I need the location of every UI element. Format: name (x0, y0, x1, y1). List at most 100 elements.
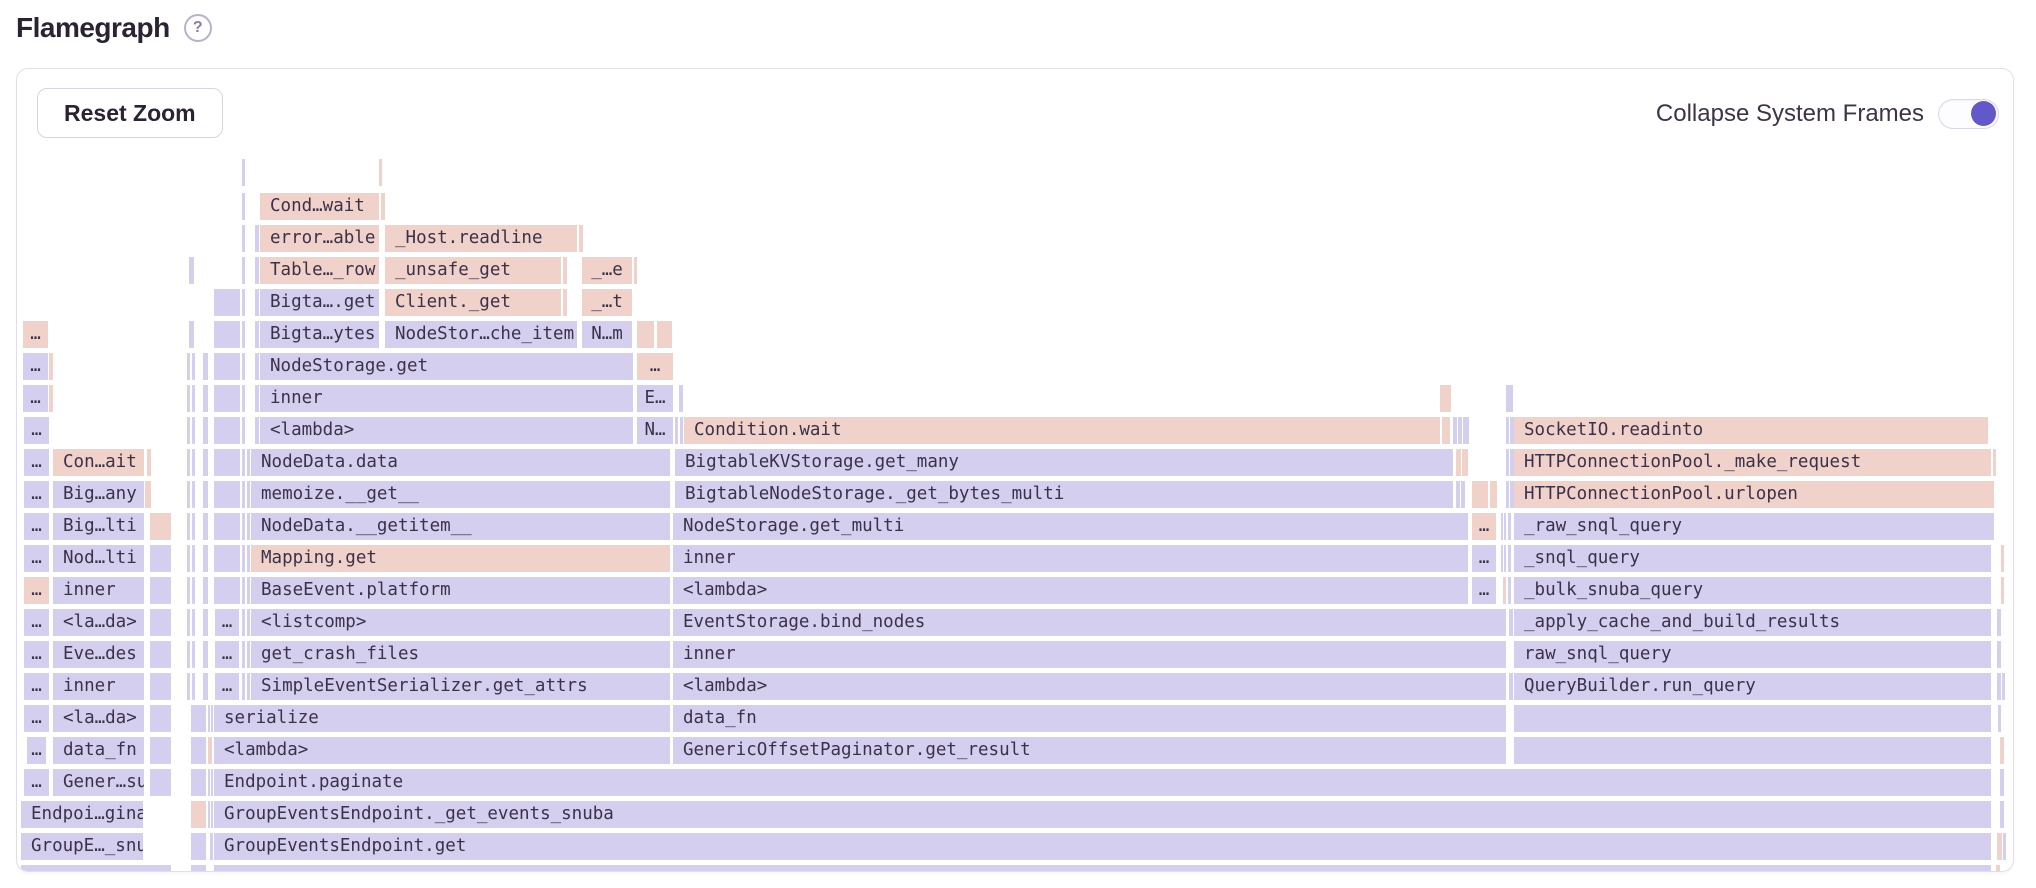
flame-frame[interactable]: Client._get (385, 289, 561, 316)
flame-frame[interactable]: _snql_query (1514, 545, 1991, 572)
flame-frame[interactable]: EventStorage.bind_nodes (673, 609, 1506, 636)
flame-frame[interactable] (242, 609, 245, 636)
flame-frame[interactable]: … (24, 545, 49, 572)
flame-frame[interactable]: get_crash_files (251, 641, 670, 668)
flame-frame[interactable] (2001, 577, 2004, 604)
flame-frame[interactable]: NodeData.__getitem__ (251, 513, 670, 540)
flame-frame[interactable] (242, 353, 245, 380)
flame-frame[interactable] (192, 673, 195, 700)
flame-frame[interactable] (247, 609, 250, 636)
flame-frame[interactable] (214, 417, 240, 444)
flame-frame[interactable]: _bulk_snuba_query (1514, 577, 1991, 604)
flame-frame[interactable] (192, 577, 195, 604)
flame-frame[interactable]: Eve…des (53, 641, 144, 668)
flame-frame[interactable]: data_fn (673, 705, 1506, 732)
flame-frame[interactable] (247, 449, 250, 476)
flame-frame[interactable]: GenericOffsetPaginator.get_result (673, 737, 1506, 764)
flame-frame[interactable]: memoize.__get__ (251, 481, 670, 508)
flame-frame[interactable] (191, 737, 206, 764)
flame-frame[interactable] (242, 225, 245, 252)
flame-frame[interactable] (203, 545, 208, 572)
flame-frame[interactable] (150, 641, 171, 668)
flame-frame[interactable] (192, 609, 195, 636)
flame-frame[interactable] (191, 833, 206, 860)
flame-frame[interactable] (242, 417, 245, 444)
flame-frame[interactable] (255, 353, 259, 380)
flame-frame[interactable] (150, 577, 171, 604)
flame-frame[interactable] (1506, 417, 1509, 444)
flame-frame[interactable] (637, 321, 654, 348)
flame-frame[interactable] (208, 769, 210, 796)
flame-frame[interactable]: _Host.readline (385, 225, 577, 252)
flame-frame[interactable] (247, 673, 250, 700)
flame-frame[interactable] (242, 257, 245, 284)
flame-frame[interactable] (1504, 545, 1506, 572)
flame-frame[interactable]: … (24, 641, 49, 668)
flame-frame[interactable]: … (24, 769, 49, 796)
flame-frame[interactable] (1997, 673, 2001, 700)
flame-frame[interactable] (1461, 481, 1465, 508)
flame-frame[interactable]: <lambda> (214, 737, 670, 764)
flame-frame[interactable] (214, 449, 240, 476)
flame-frame[interactable] (214, 385, 240, 412)
flame-frame[interactable] (2002, 673, 2005, 700)
help-icon[interactable]: ? (184, 14, 212, 42)
flame-frame[interactable] (150, 737, 171, 764)
flame-frame[interactable] (242, 385, 245, 412)
flame-frame[interactable] (208, 737, 212, 764)
flame-frame[interactable] (2000, 737, 2004, 764)
flame-frame[interactable] (579, 225, 583, 252)
flame-frame[interactable] (187, 641, 190, 668)
flame-frame[interactable]: Condition.wait (684, 417, 1440, 444)
flamegraph-canvas[interactable]: Cond…waiterror…able_Host.readlineTable…_… (17, 69, 2013, 871)
flame-frame[interactable] (1508, 545, 1511, 572)
flame-frame[interactable] (242, 321, 245, 348)
flame-frame[interactable] (1996, 865, 2000, 872)
flame-frame[interactable] (247, 481, 250, 508)
flame-frame[interactable] (189, 257, 194, 284)
flame-frame[interactable] (1506, 449, 1509, 476)
flame-frame[interactable]: GroupEventsEndpoint._get_events_snuba (214, 801, 1991, 828)
flame-frame[interactable] (1506, 385, 1513, 412)
flame-frame[interactable] (255, 321, 259, 348)
flame-frame[interactable]: QueryBuilder.run_query (1514, 673, 1991, 700)
flame-frame[interactable]: inner (260, 385, 633, 412)
flame-frame[interactable] (203, 673, 208, 700)
flame-frame[interactable] (187, 673, 190, 700)
flame-frame[interactable] (210, 833, 213, 860)
flame-frame[interactable]: serialize (214, 705, 670, 732)
flame-frame[interactable] (208, 705, 210, 732)
flame-frame[interactable]: Big…any (53, 481, 144, 508)
flame-frame[interactable] (203, 353, 208, 380)
flame-frame[interactable]: _raw_snql_query (1514, 513, 1994, 540)
flame-frame[interactable] (1458, 417, 1462, 444)
flame-frame[interactable] (192, 545, 195, 572)
flame-frame[interactable]: … (24, 609, 49, 636)
flame-frame[interactable] (563, 289, 567, 316)
flame-frame[interactable] (242, 481, 245, 508)
flame-frame[interactable] (191, 801, 206, 828)
flame-frame[interactable] (21, 865, 171, 872)
flame-frame[interactable] (1456, 481, 1460, 508)
flame-frame[interactable] (1998, 705, 2001, 732)
flame-frame[interactable] (187, 449, 190, 476)
flame-frame[interactable]: E… (637, 385, 673, 412)
flame-frame[interactable] (675, 417, 678, 444)
flame-frame[interactable] (242, 641, 245, 668)
flame-frame[interactable] (1442, 417, 1450, 444)
flame-frame[interactable] (208, 801, 210, 828)
flame-frame[interactable]: inner (673, 641, 1506, 668)
flame-frame[interactable]: SimpleEventSerializer.get_attrs (251, 673, 670, 700)
flame-frame[interactable]: Con…ait (53, 449, 144, 476)
flame-frame[interactable]: data_fn (53, 737, 144, 764)
flame-frame[interactable] (211, 705, 213, 732)
flame-frame[interactable]: … (1472, 545, 1496, 572)
flame-frame[interactable]: BigtableNodeStorage._get_bytes_multi (675, 481, 1453, 508)
flame-frame[interactable] (145, 481, 151, 508)
flame-frame[interactable] (1993, 449, 1996, 476)
flame-frame[interactable] (1501, 545, 1503, 572)
flame-frame[interactable] (1997, 641, 2001, 668)
flame-frame[interactable]: NodeStor…che_item (385, 321, 577, 348)
flame-frame[interactable] (1509, 609, 1513, 636)
flame-frame[interactable] (255, 257, 259, 284)
